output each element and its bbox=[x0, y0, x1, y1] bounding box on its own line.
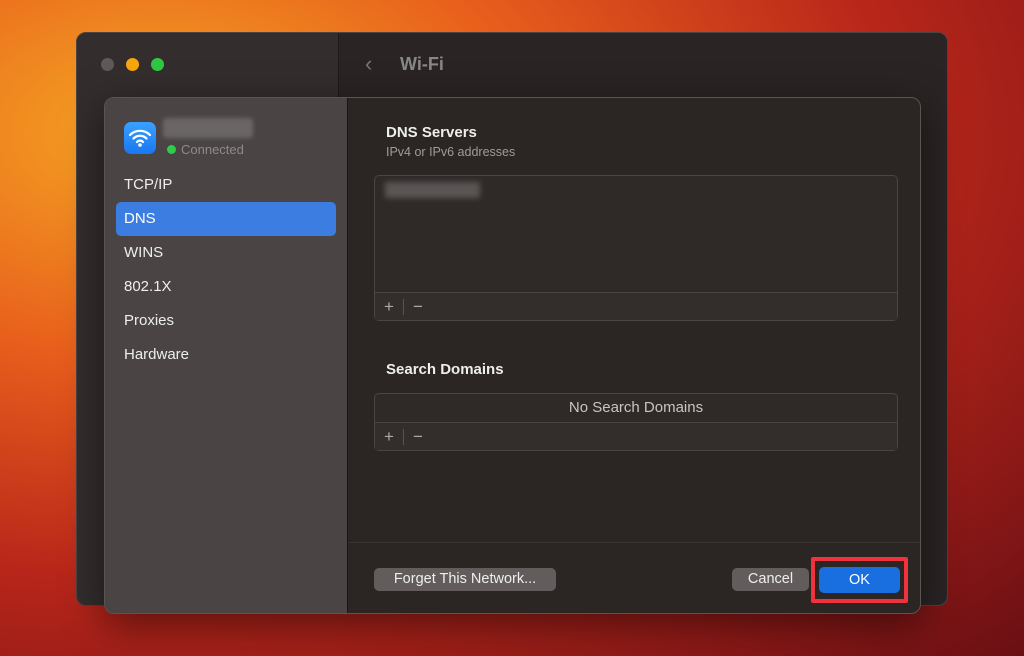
nav-item-proxies[interactable]: Proxies bbox=[116, 304, 336, 338]
dns-list-toolbar: + − bbox=[375, 292, 897, 320]
dns-servers-subtitle: IPv4 or IPv6 addresses bbox=[386, 145, 516, 159]
cancel-button[interactable]: Cancel bbox=[732, 568, 809, 591]
search-domains-title: Search Domains bbox=[386, 361, 504, 378]
close-button[interactable] bbox=[101, 58, 114, 71]
status-text: Connected bbox=[181, 142, 244, 157]
dns-servers-list[interactable]: + − bbox=[374, 175, 898, 321]
nav-item-wins[interactable]: WINS bbox=[116, 236, 336, 270]
connection-status: Connected bbox=[167, 142, 244, 157]
nav-item-dns[interactable]: DNS bbox=[116, 202, 336, 236]
dns-servers-title: DNS Servers bbox=[386, 124, 477, 141]
wifi-icon bbox=[124, 122, 156, 154]
zoom-button[interactable] bbox=[151, 58, 164, 71]
search-list-toolbar: + − bbox=[375, 422, 897, 450]
traffic-lights bbox=[101, 58, 164, 71]
forget-network-button[interactable]: Forget This Network... bbox=[374, 568, 556, 591]
ok-button[interactable]: OK bbox=[819, 567, 900, 593]
nav-item-tcpip[interactable]: TCP/IP bbox=[116, 168, 336, 202]
nav-item-8021x[interactable]: 802.1X bbox=[116, 270, 336, 304]
network-name-redacted bbox=[163, 118, 253, 138]
add-dns-button[interactable]: + bbox=[375, 297, 403, 317]
remove-search-domain-button[interactable]: − bbox=[404, 427, 432, 447]
status-dot-icon bbox=[167, 145, 176, 154]
empty-search-domains: No Search Domains bbox=[568, 399, 704, 416]
remove-dns-button[interactable]: − bbox=[404, 297, 432, 317]
chevron-left-icon[interactable]: ‹ bbox=[365, 51, 372, 77]
add-search-domain-button[interactable]: + bbox=[375, 427, 403, 447]
nav-item-hardware[interactable]: Hardware bbox=[116, 338, 336, 372]
dns-server-entry-redacted[interactable] bbox=[385, 182, 480, 198]
search-domains-list[interactable]: No Search Domains + − bbox=[374, 393, 898, 451]
window-title: Wi-Fi bbox=[400, 54, 444, 74]
footer-divider bbox=[349, 542, 920, 543]
dialog-nav: TCP/IP DNS WINS 802.1X Proxies Hardware bbox=[116, 168, 336, 372]
dns-panel: DNS Servers IPv4 or IPv6 addresses + − Se… bbox=[349, 98, 920, 613]
wifi-details-dialog: Connected TCP/IP DNS WINS 802.1X Proxies… bbox=[104, 97, 921, 614]
minimize-button[interactable] bbox=[126, 58, 139, 71]
ok-highlight-box: OK bbox=[811, 557, 908, 603]
dialog-sidebar: Connected TCP/IP DNS WINS 802.1X Proxies… bbox=[105, 98, 348, 613]
